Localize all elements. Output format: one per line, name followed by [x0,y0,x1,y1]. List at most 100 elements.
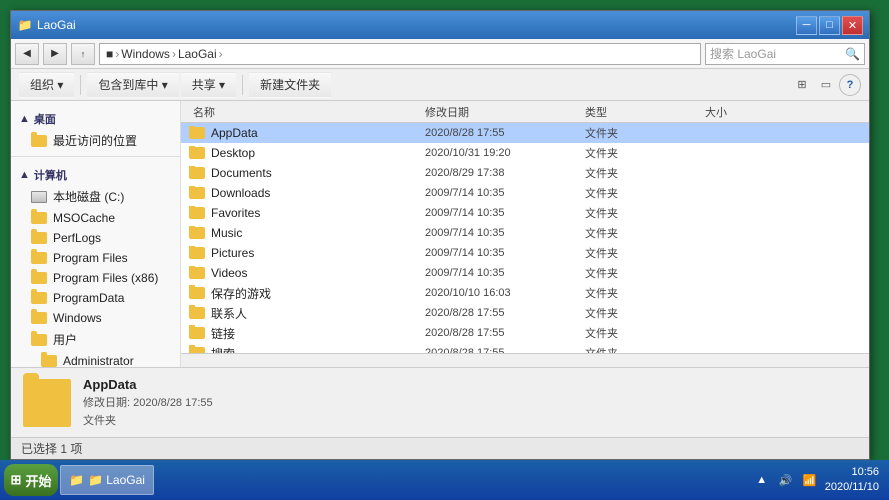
table-row[interactable]: Music2009/7/14 10:35文件夹 [181,223,869,243]
table-row[interactable]: Favorites2009/7/14 10:35文件夹 [181,203,869,223]
title-bar: 📁 LaoGai ─ □ ✕ [11,11,869,39]
sidebar-item-administrator[interactable]: Administrator [11,351,180,367]
file-date: 2020/10/10 16:03 [425,287,585,299]
view-controls: ⊞ ▭ ? [791,74,861,96]
window-title: LaoGai [37,18,796,32]
file-type: 文件夹 [585,325,705,341]
file-date: 2009/7/14 10:35 [425,207,585,219]
col-header-date[interactable]: 修改日期 [425,104,585,120]
table-row[interactable]: Pictures2009/7/14 10:35文件夹 [181,243,869,263]
file-type: 文件夹 [585,245,705,261]
help-button[interactable]: ? [839,74,861,96]
view-details-button[interactable]: ▭ [815,74,837,96]
close-button[interactable]: ✕ [842,16,863,35]
address-bar: ◀ ▶ ↑ ■ › Windows › LaoGai › 搜索 LaoGai 🔍 [11,39,869,69]
sidebar-item-users[interactable]: 用户 [11,328,180,351]
system-tray: ▲ 🔊 📶 10:56 2020/11/10 [753,465,885,496]
collapse-icon: ▲ [19,113,30,125]
info-name: AppData [83,377,213,392]
clock-date: 2020/11/10 [825,480,879,495]
file-date: 2020/10/31 19:20 [425,147,585,159]
file-name: Desktop [211,146,255,160]
table-row[interactable]: 链接2020/8/28 17:55文件夹 [181,323,869,343]
folder-icon [189,187,205,199]
sidebar-item-windows[interactable]: Windows [11,308,180,328]
sidebar-users-label: 用户 [53,331,77,348]
maximize-button[interactable]: □ [819,16,840,35]
sidebar-msocache-label: MSOCache [53,211,115,225]
table-row[interactable]: Downloads2009/7/14 10:35文件夹 [181,183,869,203]
folder-icon [41,355,57,367]
sidebar-perflogs-label: PerfLogs [53,231,101,245]
toolbar-separator-1 [80,75,81,95]
view-list-button[interactable]: ⊞ [791,74,813,96]
taskbar: ⊞ 开始 📁 📁 LaoGai ▲ 🔊 📶 10:56 2020/11/10 [0,460,889,500]
file-type: 文件夹 [585,145,705,161]
main-content: ▲ 桌面 最近访问的位置 ▲ 计算机 本地磁盘 (C:) MSOCache [11,101,869,367]
back-button[interactable]: ◀ [15,43,39,65]
column-headers: 名称 修改日期 类型 大小 [181,101,869,123]
sidebar-item-programdata[interactable]: ProgramData [11,288,180,308]
table-row[interactable]: Desktop 2020/10/31 19:20文件夹 [181,143,869,163]
explorer-window: 📁 LaoGai ─ □ ✕ ◀ ▶ ↑ ■ › Windows › LaoGa… [10,10,870,460]
taskbar-item-explorer[interactable]: 📁 📁 LaoGai [60,465,154,495]
sidebar-item-program-files[interactable]: Program Files [11,248,180,268]
file-name: AppData [211,126,258,140]
clock-time: 10:56 [825,465,879,480]
file-type: 文件夹 [585,345,705,353]
forward-button[interactable]: ▶ [43,43,67,65]
info-text: AppData 修改日期: 2020/8/28 17:55 文件夹 [83,377,213,428]
toolbar-separator-2 [242,75,243,95]
info-folder-icon [23,379,71,427]
folder-icon [189,147,205,159]
folder-icon [189,207,205,219]
sidebar-section-favorites[interactable]: ▲ 桌面 [11,105,180,129]
organize-button[interactable]: 组织 ▾ [19,72,74,98]
table-row[interactable]: Videos2009/7/14 10:35文件夹 [181,263,869,283]
file-rows: AppData2020/8/28 17:55文件夹 Desktop 2020/10/… [181,123,869,353]
folder-icon [189,307,205,319]
table-row[interactable]: AppData2020/8/28 17:55文件夹 [181,123,869,143]
sidebar-section-computer[interactable]: ▲ 计算机 [11,161,180,185]
folder-icon [31,135,47,147]
sidebar-item-msocache[interactable]: MSOCache [11,208,180,228]
breadcrumb-laogai: LaoGai [178,47,217,61]
file-type: 文件夹 [585,265,705,281]
tray-expand-icon[interactable]: ▲ [753,471,771,489]
horizontal-scrollbar[interactable] [181,353,869,367]
col-header-name[interactable]: 名称 [185,104,425,120]
folder-icon [31,312,47,324]
address-field[interactable]: ■ › Windows › LaoGai › [99,43,701,65]
file-name: Downloads [211,186,270,200]
file-date: 2020/8/29 17:38 [425,167,585,179]
include-library-button[interactable]: 包含到库中 ▾ [87,72,178,98]
collapse-icon-2: ▲ [19,169,30,181]
table-row[interactable]: 保存的游戏2020/10/10 16:03文件夹 [181,283,869,303]
sidebar-item-recent[interactable]: 最近访问的位置 [11,129,180,152]
sidebar-item-perflogs[interactable]: PerfLogs [11,228,180,248]
tray-volume-icon[interactable]: 🔊 [777,471,795,489]
window-icon: 📁 [17,17,33,33]
share-button[interactable]: 共享 ▾ [181,72,236,98]
folder-icon [189,127,205,139]
clock[interactable]: 10:56 2020/11/10 [825,465,879,496]
folder-icon [189,247,205,259]
new-folder-button[interactable]: 新建文件夹 [249,72,331,98]
search-box[interactable]: 搜索 LaoGai 🔍 [705,43,865,65]
table-row[interactable]: 搜索2020/8/28 17:55文件夹 [181,343,869,353]
up-button[interactable]: ↑ [71,43,95,65]
file-list-area: 名称 修改日期 类型 大小 AppData2020/8/28 17:55文件夹D… [181,101,869,367]
file-type: 文件夹 [585,305,705,321]
tray-network-icon[interactable]: 📶 [801,471,819,489]
table-row[interactable]: 联系人2020/8/28 17:55文件夹 [181,303,869,323]
sidebar-pf-label: Program Files [53,251,128,265]
sidebar-item-program-files-x86[interactable]: Program Files (x86) [11,268,180,288]
col-header-size[interactable]: 大小 [705,104,805,120]
minimize-button[interactable]: ─ [796,16,817,35]
table-row[interactable]: Documents2020/8/29 17:38文件夹 [181,163,869,183]
sidebar-item-c-drive[interactable]: 本地磁盘 (C:) [11,185,180,208]
folder-icon [189,287,205,299]
col-header-type[interactable]: 类型 [585,104,705,120]
status-text: 已选择 1 项 [21,440,82,457]
start-button[interactable]: ⊞ 开始 [4,464,58,496]
